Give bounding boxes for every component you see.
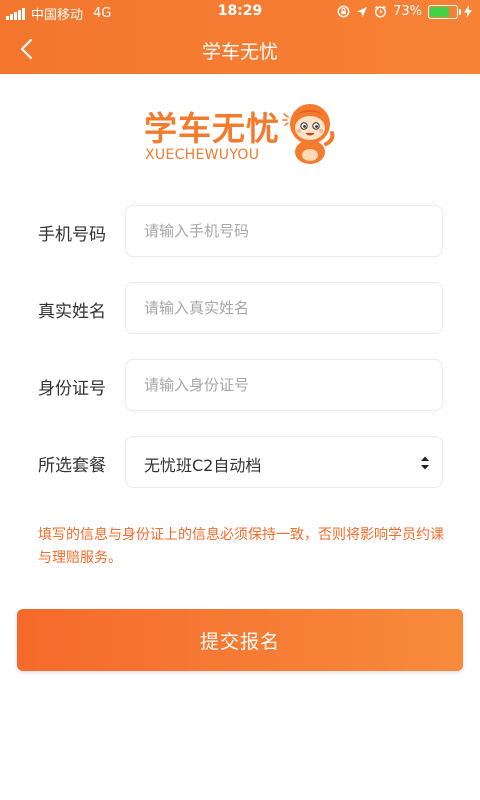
id-card-label: 身份证号 [38, 379, 106, 399]
nav-bar: 学车无忧 [0, 24, 480, 74]
header-bar: 中国移动 4G 18:29 73% 学车无忧 [0, 0, 480, 74]
app-logo: 学车无忧 XUECHEWUYOU [144, 100, 344, 170]
package-label: 所选套餐 [38, 456, 106, 476]
id-card-row: 身份证号 [0, 359, 480, 411]
location-icon [357, 6, 368, 17]
status-bar: 中国移动 4G 18:29 73% [0, 0, 480, 24]
phone-label: 手机号码 [38, 225, 106, 245]
package-select[interactable]: 无忧班C2自动档 [125, 436, 443, 488]
name-input[interactable] [144, 283, 424, 333]
notice-text: 填写的信息与身份证上的信息必须保持一致，否则将影响学员约课与理赔服务。 [38, 527, 444, 566]
charging-icon [464, 5, 472, 18]
battery-icon [428, 4, 461, 19]
page-title: 学车无忧 [201, 41, 278, 63]
package-row: 所选套餐 无忧班C2自动档 [0, 436, 480, 488]
logo-name-cn: 学车无忧 [144, 109, 280, 148]
battery-fill [430, 6, 449, 17]
name-row: 真实姓名 [0, 282, 480, 334]
lock-rotation-icon [337, 5, 350, 18]
submit-button[interactable]: 提交报名 [17, 609, 463, 671]
battery-percent: 73% [393, 4, 422, 19]
status-right: 73% [337, 4, 472, 19]
phone-field [125, 205, 443, 257]
package-value: 无忧班C2自动档 [144, 456, 262, 475]
id-card-input[interactable] [144, 360, 424, 410]
name-field [125, 282, 443, 334]
id-card-field [125, 359, 443, 411]
phone-input[interactable] [144, 206, 424, 256]
name-label: 真实姓名 [38, 302, 106, 322]
phone-row: 手机号码 [0, 205, 480, 257]
alarm-icon [375, 5, 387, 18]
mascot-icon [282, 104, 335, 164]
logo-name-en: XUECHEWUYOU [145, 147, 260, 163]
select-updown-icon [421, 456, 429, 470]
